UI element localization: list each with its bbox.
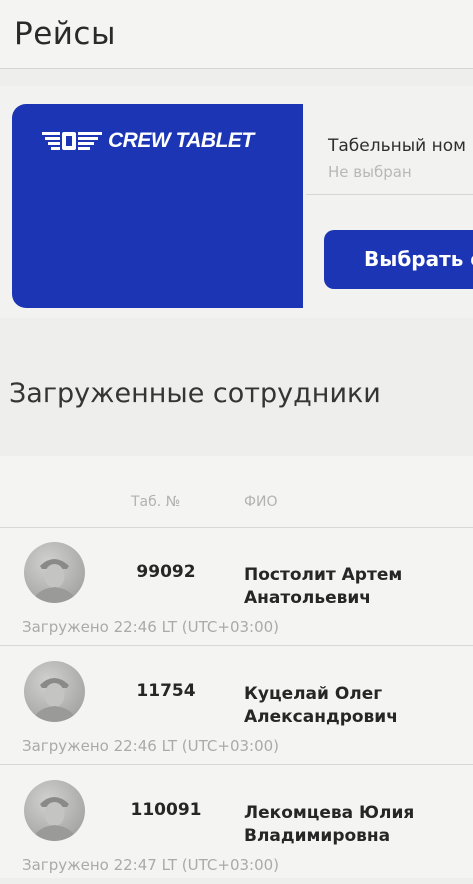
employee-tab-number: 11754 — [136, 681, 196, 701]
employee-loaded-time: Загружено 22:46 LT (UTC+03:00) — [22, 737, 280, 755]
divider — [0, 764, 473, 765]
employee-loaded-time: Загружено 22:47 LT (UTC+03:00) — [22, 856, 280, 874]
divider — [0, 645, 473, 646]
employee-avatar — [24, 542, 85, 603]
employee-avatar — [24, 780, 85, 841]
column-header-tab-no: Таб. № — [131, 494, 181, 510]
page-title: Рейсы — [14, 16, 116, 52]
employee-row[interactable]: 11754 Куцелай Олег Александрович Загруже… — [0, 647, 473, 765]
employee-fio-line2: Александрович — [244, 707, 398, 727]
wings-logo-icon — [42, 132, 102, 150]
person-avatar-icon — [32, 559, 77, 603]
employee-row[interactable]: 99092 Постолит Артем Анатольевич Загруже… — [0, 528, 473, 646]
loaded-employees-title: Загруженные сотрудники — [9, 378, 381, 409]
column-header-fio: ФИО — [244, 494, 278, 510]
select-employee-button[interactable]: Выбрать с — [324, 230, 473, 289]
employee-fio-line1: Лекомцева Юлия — [244, 803, 415, 823]
brand-logo: CREW TABLET — [42, 126, 254, 156]
employee-number-value: Не выбран — [328, 163, 412, 181]
brand-card: CREW TABLET — [12, 104, 303, 308]
employee-avatar — [24, 661, 85, 722]
top-header: Рейсы — [0, 0, 473, 69]
person-avatar-icon — [32, 678, 77, 722]
divider — [306, 194, 473, 195]
employee-row[interactable]: 110091 Лекомцева Юлия Владимировна Загру… — [0, 766, 473, 884]
person-avatar-icon — [32, 797, 77, 841]
employee-fio-line1: Постолит Артем — [244, 565, 403, 585]
employee-fio-line2: Владимировна — [244, 826, 391, 846]
employee-number-label: Табельный ном — [328, 136, 466, 156]
brand-name: CREW TABLET — [108, 129, 254, 152]
employee-fio: Постолит Артем Анатольевич — [244, 564, 402, 610]
employee-loaded-time: Загружено 22:46 LT (UTC+03:00) — [22, 618, 280, 636]
employee-fio-line2: Анатольевич — [244, 588, 371, 608]
employee-tab-number: 99092 — [136, 562, 196, 582]
employee-fio: Лекомцева Юлия Владимировна — [244, 802, 414, 848]
employee-tab-number: 110091 — [130, 800, 202, 820]
employee-fio: Куцелай Олег Александрович — [244, 683, 398, 729]
employee-fio-line1: Куцелай Олег — [244, 684, 383, 704]
